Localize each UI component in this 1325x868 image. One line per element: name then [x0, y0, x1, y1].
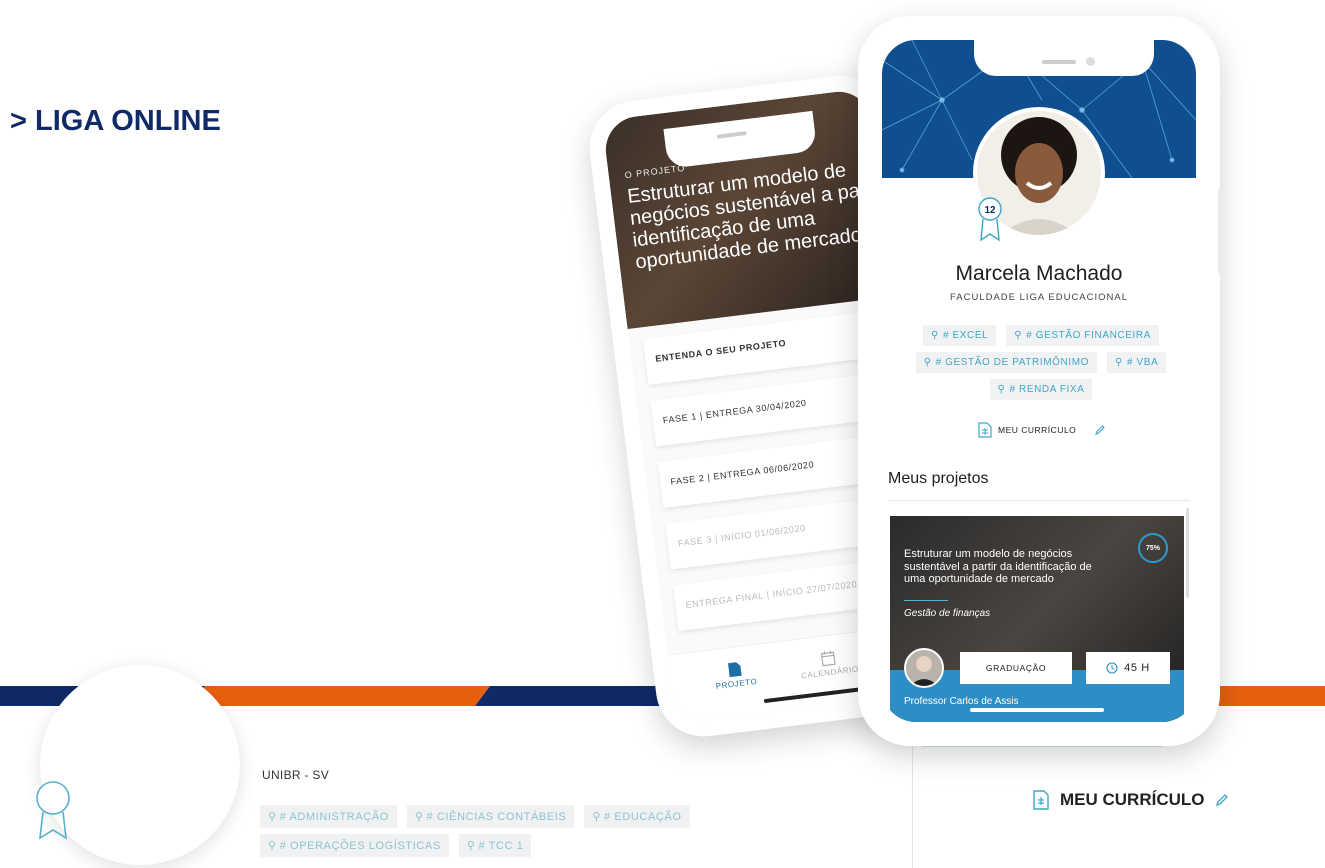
skill-tags: ⚲ # EXCEL ⚲ # GESTÃO FINANCEIRA ⚲ # GESTÃO … [896, 325, 1186, 400]
ribbon-icon: ⚲ [1115, 357, 1123, 368]
person-avatar-icon [910, 656, 938, 686]
document-icon [1033, 790, 1049, 810]
ribbon-icon: ⚲ [931, 330, 939, 341]
ribbon-icon: ⚲ [466, 840, 476, 852]
badge-ribbon-icon: 12 [978, 197, 1002, 242]
skill-tag[interactable]: ⚲ # EXCEL [923, 325, 997, 346]
section-title: Meus projetos [888, 470, 989, 487]
page-title: > LIGA ONLINE [10, 105, 221, 137]
project-card[interactable]: 75% Estruturar um modelo de negócios sus… [890, 516, 1184, 722]
profile-phone: 12 Marcela Machado FACULDADE LIGA EDUCAC… [858, 16, 1220, 746]
progress-ring: 75% [1138, 533, 1168, 563]
curriculum-link[interactable]: MEU CURRÍCULO [978, 422, 1106, 438]
skill-tag[interactable]: ⚲ # GESTÃO DE PATRIMÔNIMO [915, 352, 1098, 373]
skill-tag[interactable]: ⚲ # GESTÃO FINANCEIRA [1006, 325, 1159, 346]
ribbon-icon: ⚲ [923, 357, 932, 368]
phone-notch [974, 40, 1154, 76]
home-indicator [970, 708, 1104, 712]
nav-tab-projeto[interactable]: PROJETO [713, 659, 758, 691]
edit-pencil-icon[interactable] [1215, 793, 1229, 807]
edit-pencil-icon[interactable] [1094, 424, 1106, 436]
skill-tag[interactable]: ⚲ # OPERAÇÕES LOGÍSTICAS [260, 834, 449, 857]
divider [888, 500, 1190, 501]
ribbon-icon: ⚲ [592, 811, 602, 823]
profile-institution: FACULDADE LIGA EDUCACIONAL [949, 292, 1129, 303]
document-icon [727, 662, 742, 678]
institution-label: UNIBR - SV [262, 768, 330, 782]
skill-tag[interactable]: ⚲ # EDUCAÇÃO [584, 805, 690, 828]
ribbon-icon: ⚲ [268, 811, 277, 823]
badge-ribbon-icon [36, 781, 70, 840]
badge-level: 12 [984, 205, 996, 216]
phone-screen: 12 Marcela Machado FACULDADE LIGA EDUCAC… [882, 40, 1196, 722]
phone-side-button [1218, 188, 1222, 274]
ribbon-icon: ⚲ [414, 811, 424, 823]
skill-tag[interactable]: ⚲ # ADMINISTRAÇÃO [260, 805, 397, 828]
teacher-name: Professor Carlos de Assis [904, 696, 1019, 707]
curriculum-link[interactable]: MEU CURRÍCULO [1032, 790, 1229, 810]
skill-tag[interactable]: ⚲ # VBA [1107, 352, 1167, 373]
divider [904, 600, 948, 601]
ribbon-icon: ⚲ [997, 384, 1006, 395]
skill-tag[interactable]: ⚲ # CIÊNCIAS CONTÁBEIS [406, 805, 575, 828]
calendar-icon [820, 650, 836, 667]
skill-tags: ⚲ # ADMINISTRAÇÃO ⚲ # CIÊNCIAS CONTÁBEIS ⚲… [260, 805, 740, 857]
project-subtitle: Gestão de finanças [904, 608, 991, 619]
skill-tag[interactable]: ⚲ # RENDA FIXA [989, 379, 1093, 400]
hero-kicker: O PROJETO [624, 162, 686, 181]
clock-icon [1106, 662, 1118, 674]
teacher-avatar [904, 648, 944, 688]
project-title: Estruturar um modelo de negócios sustent… [904, 548, 1092, 585]
ribbon-icon: ⚲ [1014, 330, 1023, 341]
nav-tab-calendario[interactable]: CALENDÁRIO [798, 647, 859, 680]
skill-tag[interactable]: ⚲ # TCC 1 [458, 834, 532, 857]
scrollbar[interactable] [1186, 508, 1189, 598]
hours-chip: 45 H [1086, 652, 1170, 684]
document-icon [978, 422, 992, 438]
ribbon-icon: ⚲ [268, 840, 277, 852]
level-chip: GRADUAÇÃO [960, 652, 1072, 684]
profile-name: Marcela Machado [955, 262, 1123, 285]
